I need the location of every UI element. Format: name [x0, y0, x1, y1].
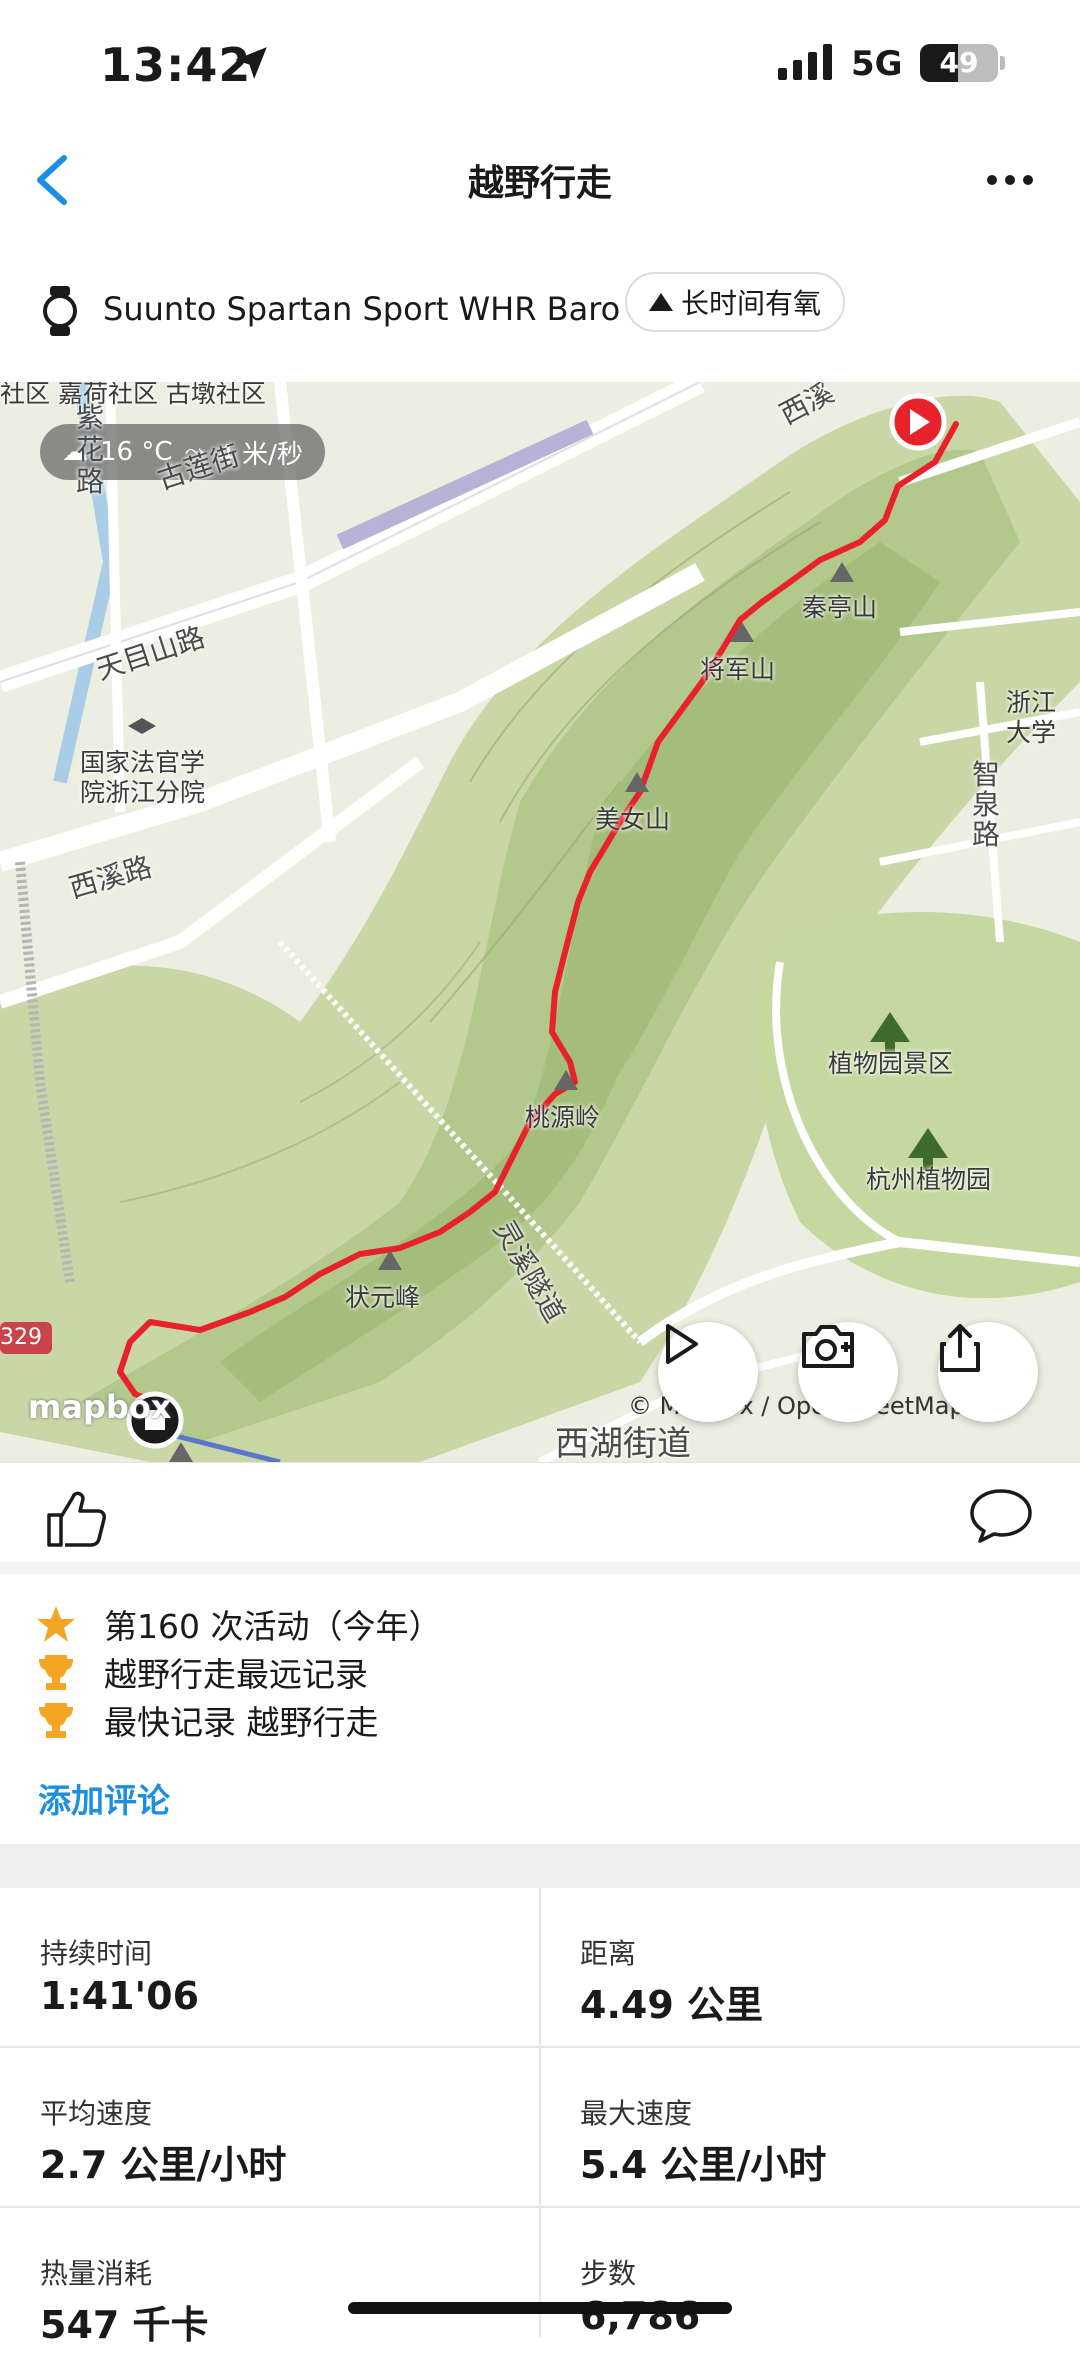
- social-actions: [0, 1462, 1080, 1562]
- device-row: Suunto Spartan Sport WHR Baro 长时间有氧: [0, 270, 1080, 352]
- device-name: Suunto Spartan Sport WHR Baro: [103, 290, 621, 328]
- network-type: 5G: [851, 44, 903, 84]
- map-label-top: 社区 嘉荷社区 古墩社区: [0, 382, 266, 408]
- achievement-text: 第160 次活动（今年）: [104, 1607, 442, 1646]
- star-icon: [37, 1606, 75, 1642]
- stat-value: 5.4 公里/小时: [580, 2143, 827, 2187]
- stat-value: 547 千卡: [40, 2303, 209, 2347]
- add-comment-link[interactable]: 添加评论: [38, 1774, 170, 1822]
- achievement-item: 越野行走最远记录: [36, 1648, 368, 1696]
- triangle-icon: [649, 293, 673, 311]
- map-label-zihua-road: 紫花路: [76, 401, 105, 498]
- camera-add-icon: [802, 1325, 854, 1368]
- achievement-text: 最快记录 越野行走: [104, 1703, 379, 1742]
- comment-icon[interactable]: [968, 1487, 1034, 1545]
- map-label-zhuangyuan-peak: 状元峰: [345, 1283, 421, 1312]
- add-photo-button[interactable]: [798, 1322, 898, 1422]
- stat-calories: 热量消耗 547 千卡: [0, 2208, 540, 2368]
- stat-label: 步数: [580, 2257, 637, 2290]
- stat-value: 1:41'06: [40, 1974, 200, 2018]
- nav-bar: 越野行走: [0, 130, 1080, 230]
- map-label-meinv-mountain: 美女山: [595, 805, 671, 834]
- stat-duration: 持续时间 1:41'06: [0, 1888, 540, 2048]
- stat-label: 最大速度: [580, 2097, 693, 2130]
- location-arrow-icon: [235, 47, 267, 79]
- play-icon: [666, 1324, 698, 1364]
- battery-icon: 49: [920, 44, 998, 82]
- stat-steps: 步数 6,786: [540, 2208, 1080, 2368]
- more-options-icon[interactable]: [986, 170, 1034, 190]
- activity-type-badge[interactable]: 长时间有氧: [625, 272, 846, 332]
- map-label-zhejiang-univ: 浙江大学玉泉校: [1006, 688, 1057, 747]
- share-icon: [940, 1324, 980, 1372]
- section-divider: [0, 1844, 1080, 1888]
- stat-value: 6,786: [580, 2294, 701, 2338]
- stat-value: 4.49 公里: [580, 1983, 763, 2027]
- map-label-law-school: 国家法官学院浙江分院: [80, 748, 206, 807]
- battery-tip: [1000, 56, 1005, 70]
- road-number-badge: 329: [0, 1325, 42, 1350]
- achievement-text: 越野行走最远记录: [104, 1655, 368, 1694]
- map-label-zhiquan-road: 智泉路: [972, 758, 1001, 851]
- stat-distance: 距离 4.49 公里: [540, 1888, 1080, 2048]
- page-title: 越野行走: [467, 163, 612, 204]
- thumbs-up-icon[interactable]: [45, 1487, 107, 1549]
- map-label-taoyuan-ridge: 桃源岭: [525, 1103, 601, 1132]
- route-map[interactable]: ☁ 16 °C ⤳ 4 米/秒 社区 嘉荷社区 古墩社区 紫花路 古莲街 天目山…: [0, 382, 1080, 1462]
- map-label-qinting-mountain: 秦亭山: [802, 593, 878, 622]
- map-label-xihu-street: 西湖街道: [555, 1424, 691, 1462]
- trophy-icon: [38, 1703, 74, 1738]
- achievement-item: 第160 次活动（今年）: [36, 1600, 441, 1648]
- status-bar: 13:42 5G 49: [0, 0, 1080, 130]
- battery-level: 49: [939, 46, 979, 79]
- achievements-section: 第160 次活动（今年） 越野行走最远记录 最快记录 越野行走 添加评论: [0, 1562, 1080, 1844]
- watch-icon: [43, 286, 77, 336]
- status-time: 13:42: [100, 38, 252, 92]
- play-route-button[interactable]: [658, 1322, 758, 1422]
- share-button[interactable]: [938, 1322, 1038, 1422]
- map-label-botanical-scenic: 植物园景区: [828, 1049, 954, 1078]
- stat-value: 2.7 公里/小时: [40, 2143, 287, 2187]
- stats-divider: [539, 1888, 541, 2337]
- stat-avg-speed: 平均速度 2.7 公里/小时: [0, 2048, 540, 2208]
- mapbox-logo: mapbox: [28, 1388, 172, 1426]
- stat-label: 持续时间: [40, 1937, 153, 1970]
- map-label-hangzhou-botanical: 杭州植物园: [866, 1165, 992, 1194]
- trophy-icon: [38, 1655, 74, 1690]
- stat-label: 平均速度: [40, 2097, 153, 2130]
- activity-type-label: 长时间有氧: [681, 287, 822, 320]
- stat-label: 距离: [580, 1937, 637, 1970]
- achievement-item: 最快记录 越野行走: [36, 1696, 379, 1744]
- home-indicator[interactable]: [348, 2302, 732, 2314]
- stat-label: 热量消耗: [40, 2257, 153, 2290]
- stat-max-speed: 最大速度 5.4 公里/小时: [540, 2048, 1080, 2208]
- map-label-jiangjun-mountain: 将军山: [700, 655, 776, 684]
- signal-icon: [778, 44, 832, 80]
